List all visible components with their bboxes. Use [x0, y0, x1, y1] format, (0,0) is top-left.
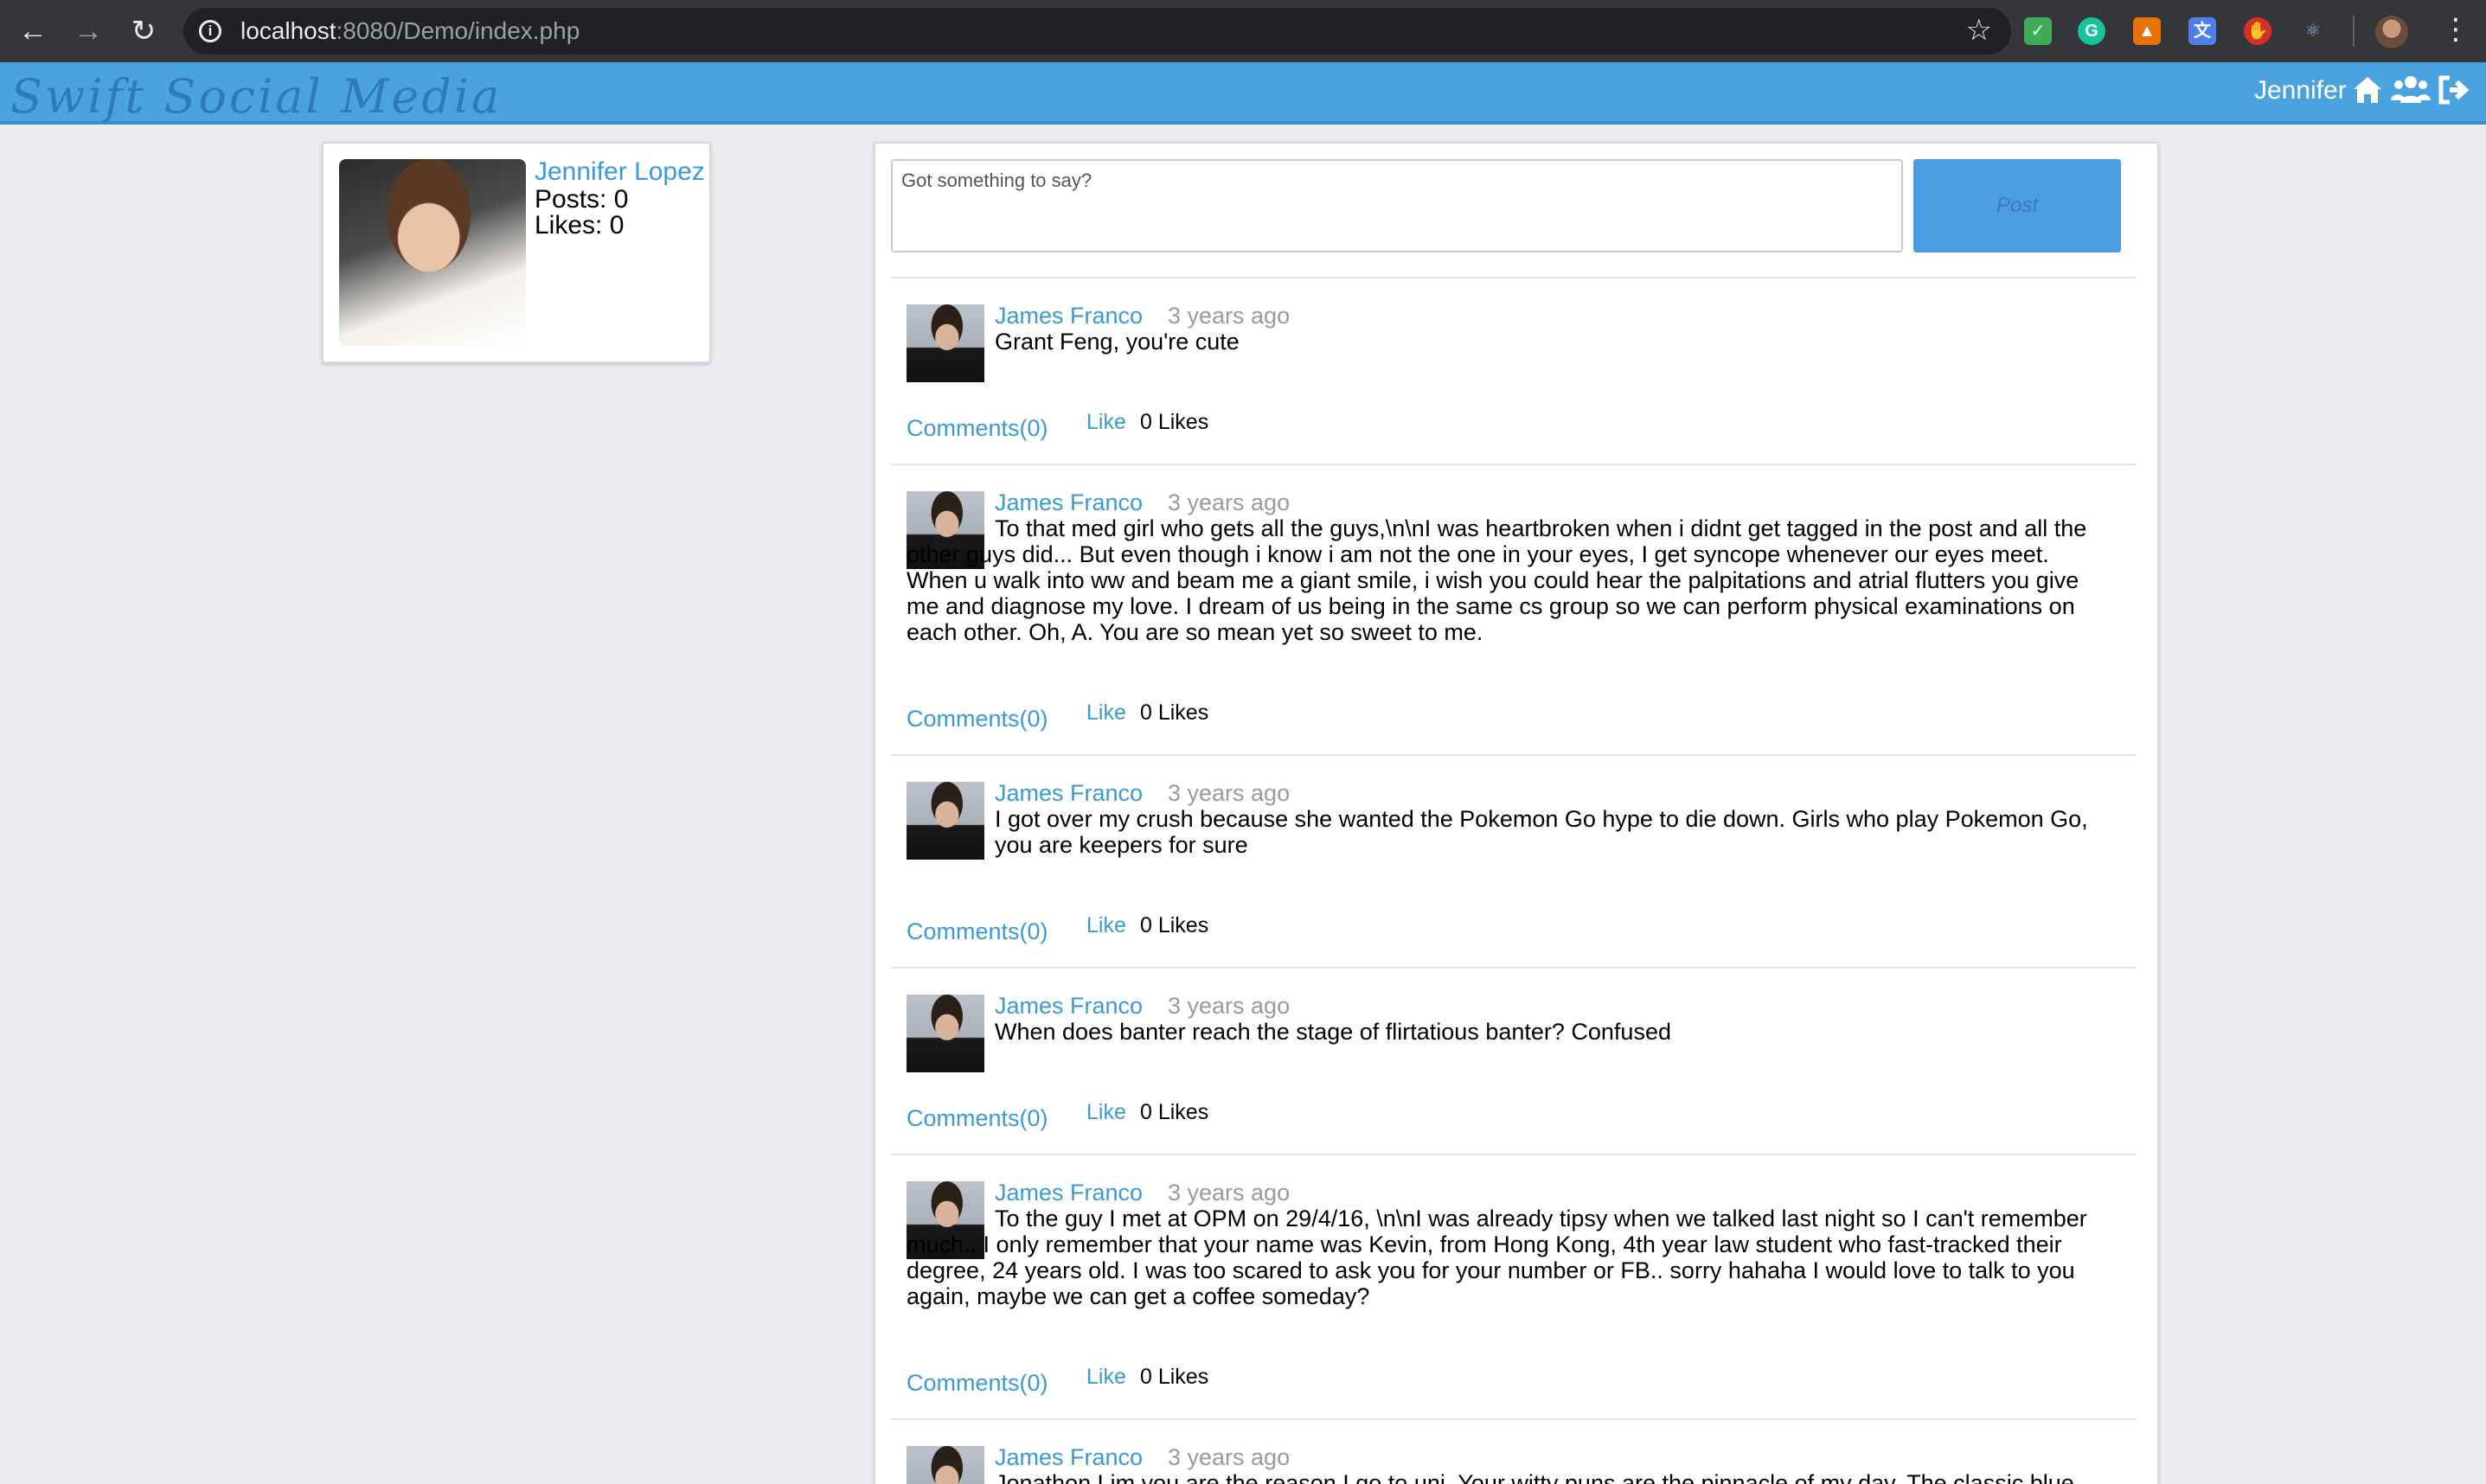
- post-author-link[interactable]: James Franco: [995, 993, 1143, 1020]
- post-author-link[interactable]: James Franco: [995, 780, 1143, 807]
- friends-icon[interactable]: [2391, 74, 2431, 112]
- post-timestamp: 3 years ago: [1168, 489, 1291, 515]
- profile-name-link[interactable]: Jennifer Lopez: [535, 157, 705, 187]
- url-text: localhost:8080/Demo/index.php: [240, 17, 580, 45]
- like-button[interactable]: Like: [1086, 1365, 1126, 1390]
- like-button[interactable]: Like: [1086, 410, 1126, 435]
- post-item: James Franco 3 years ago Grant Feng, you…: [891, 277, 2137, 464]
- comments-link[interactable]: Comments(0): [907, 918, 1048, 945]
- browser-menu-icon[interactable]: ⋮: [2441, 12, 2470, 47]
- post-timestamp: 3 years ago: [1168, 1180, 1291, 1206]
- post-body: Jonathon Lim you are the reason I go to …: [995, 1470, 2093, 1484]
- extension-translate-icon[interactable]: 文: [2188, 17, 2216, 45]
- post-author-avatar[interactable]: [907, 995, 984, 1072]
- post-item: James Franco 3 years ago Jonathon Lim yo…: [891, 1418, 2137, 1484]
- post-author-link[interactable]: James Franco: [995, 1444, 1143, 1471]
- post-author-avatar[interactable]: [907, 1446, 984, 1484]
- site-info-icon[interactable]: i: [199, 20, 221, 42]
- post-body: When does banter reach the stage of flir…: [995, 1019, 2093, 1045]
- post-author-avatar[interactable]: [907, 782, 984, 860]
- app-header: Swift Social Media Jennifer: [0, 62, 2486, 125]
- home-icon[interactable]: [2351, 74, 2384, 112]
- like-button[interactable]: Like: [1086, 700, 1126, 726]
- comments-link[interactable]: Comments(0): [907, 415, 1048, 442]
- logout-icon[interactable]: [2438, 74, 2472, 112]
- post-item: James Franco 3 years ago I got over my c…: [891, 754, 2137, 967]
- like-button[interactable]: Like: [1086, 913, 1126, 938]
- url-path: :8080/Demo/index.php: [336, 17, 580, 44]
- browser-toolbar: ← → ↻ i localhost:8080/Demo/index.php ☆ …: [0, 0, 2486, 62]
- like-button[interactable]: Like: [1086, 1100, 1126, 1125]
- extension-react-icon[interactable]: ⚛: [2299, 17, 2327, 45]
- post-button[interactable]: Post: [1913, 159, 2121, 253]
- profile-card: Jennifer Lopez Posts: 0 Likes: 0: [322, 142, 711, 363]
- likes-count: 0 Likes: [1140, 1100, 1209, 1124]
- profile-photo[interactable]: [339, 159, 526, 346]
- post-text: Grant Feng, you're cute: [995, 329, 1240, 355]
- bookmark-star-icon[interactable]: ☆: [1966, 13, 1992, 48]
- brand-logo[interactable]: Swift Social Media: [10, 69, 502, 124]
- post-composer-input[interactable]: [891, 159, 1903, 253]
- profile-likes-count: Likes: 0: [535, 211, 625, 240]
- post-timestamp: 3 years ago: [1168, 993, 1291, 1019]
- extension-mail-icon[interactable]: ✓: [2024, 17, 2052, 45]
- address-bar[interactable]: i localhost:8080/Demo/index.php ☆: [183, 8, 2011, 54]
- toolbar-divider: [2353, 16, 2355, 47]
- post-text: To the guy I met at OPM on 29/4/16, \n\n…: [907, 1206, 2087, 1309]
- forward-icon[interactable]: →: [71, 14, 106, 48]
- post-text: Jonathon Lim you are the reason I go to …: [995, 1470, 2074, 1484]
- url-host: localhost: [240, 17, 336, 44]
- back-icon[interactable]: ←: [16, 14, 50, 48]
- post-body: To the guy I met at OPM on 29/4/16, \n\n…: [907, 1206, 2100, 1309]
- post-text: When does banter reach the stage of flir…: [995, 1019, 1671, 1045]
- post-body: I got over my crush because she wanted t…: [995, 806, 2093, 858]
- likes-count: 0 Likes: [1140, 913, 1209, 937]
- post-timestamp: 3 years ago: [1168, 780, 1291, 806]
- likes-count: 0 Likes: [1140, 410, 1209, 434]
- post-author-link[interactable]: James Franco: [995, 489, 1143, 516]
- browser-profile-avatar[interactable]: [2375, 16, 2408, 48]
- profile-posts-count: Posts: 0: [535, 185, 629, 214]
- header-username[interactable]: Jennifer: [2254, 76, 2347, 106]
- comments-link[interactable]: Comments(0): [907, 706, 1048, 732]
- post-timestamp: 3 years ago: [1168, 1444, 1291, 1470]
- post-timestamp: 3 years ago: [1168, 303, 1291, 329]
- likes-count: 0 Likes: [1140, 1365, 1209, 1389]
- comments-link[interactable]: Comments(0): [907, 1370, 1048, 1397]
- extension-grammarly-icon[interactable]: G: [2078, 17, 2105, 45]
- post-item: James Franco 3 years ago To that med gir…: [891, 464, 2137, 754]
- post-item: James Franco 3 years ago To the guy I me…: [891, 1154, 2137, 1418]
- post-author-link[interactable]: James Franco: [995, 1180, 1143, 1206]
- news-feed: Post James Franco 3 years ago Grant Feng…: [874, 142, 2159, 1484]
- post-body: Grant Feng, you're cute: [907, 329, 2100, 355]
- post-text: I got over my crush because she wanted t…: [995, 806, 2088, 858]
- extension-orange-icon[interactable]: ▲: [2133, 17, 2161, 45]
- reload-icon[interactable]: ↻: [126, 14, 161, 48]
- post-item: James Franco 3 years ago When does bante…: [891, 967, 2137, 1154]
- comments-link[interactable]: Comments(0): [907, 1105, 1048, 1132]
- extension-adblock-icon[interactable]: ✋: [2244, 17, 2271, 45]
- post-author-link[interactable]: James Franco: [995, 303, 1143, 329]
- post-text: To that med girl who gets all the guys,\…: [907, 515, 2087, 645]
- post-body: To that med girl who gets all the guys,\…: [907, 515, 2100, 645]
- likes-count: 0 Likes: [1140, 700, 1209, 725]
